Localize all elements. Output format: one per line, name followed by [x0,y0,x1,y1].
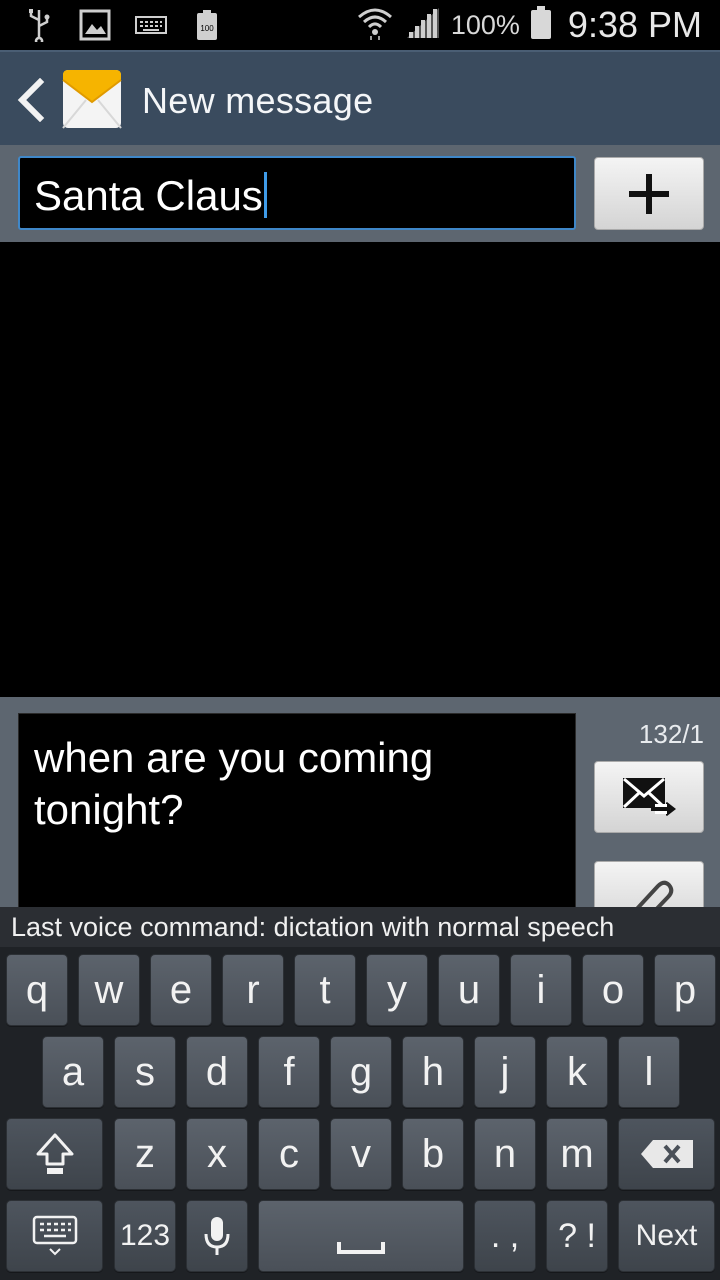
key-i[interactable]: i [510,954,572,1026]
key-d[interactable]: d [186,1036,248,1108]
key-l[interactable]: l [618,1036,680,1108]
key-e[interactable]: e [150,954,212,1026]
key-p[interactable]: p [654,954,716,1026]
key-r[interactable]: r [222,954,284,1026]
plus-icon [629,173,669,214]
send-icon [622,777,676,816]
battery-percent: 100% [450,9,520,40]
punctuation-key[interactable]: . , [474,1200,536,1272]
key-s[interactable]: s [114,1036,176,1108]
back-button[interactable] [14,77,54,123]
symbols-key[interactable]: ? ! [546,1200,608,1272]
key-b[interactable]: b [402,1118,464,1190]
messages-app-icon[interactable] [62,68,122,130]
add-recipient-button[interactable] [594,157,704,230]
svg-text:100: 100 [200,24,214,33]
battery-icon [530,5,552,45]
key-m[interactable]: m [546,1118,608,1190]
status-bar: 100 100% 9:38 PM [0,0,720,50]
key-v[interactable]: v [330,1118,392,1190]
action-bar: New message [0,50,720,145]
shift-icon [36,1133,73,1174]
microphone-icon [204,1217,230,1255]
voice-command-strip: Last voice command: dictation with norma… [0,907,720,947]
key-h[interactable]: h [402,1036,464,1108]
key-a[interactable]: a [42,1036,104,1108]
key-x[interactable]: x [186,1118,248,1190]
wifi-icon [355,5,395,46]
keyboard-icon [32,1215,77,1256]
key-u[interactable]: u [438,954,500,1026]
key-y[interactable]: y [366,954,428,1026]
chevron-left-icon [17,77,45,123]
character-counter: 132/1 [638,719,704,749]
compose-panel: when are you coming tonight? 132/1 [0,697,720,921]
keyboard-settings-key[interactable] [6,1200,103,1272]
key-t[interactable]: t [294,954,356,1026]
key-f[interactable]: f [258,1036,320,1108]
page-title: New message [142,80,374,121]
next-key[interactable]: Next [618,1200,715,1272]
shift-key[interactable] [6,1118,103,1190]
usb-icon [22,8,56,42]
message-text: when are you coming tonight? [34,734,434,833]
clock: 9:38 PM [567,4,702,45]
key-j[interactable]: j [474,1036,536,1108]
key-z[interactable]: z [114,1118,176,1190]
conversation-area [0,242,720,697]
image-icon [78,8,112,42]
key-n[interactable]: n [474,1118,536,1190]
recipient-value: Santa Claus [34,172,263,219]
space-icon [337,1242,385,1254]
key-w[interactable]: w [78,954,140,1026]
signal-icon [405,6,441,45]
recipient-row: Santa Claus [0,145,720,242]
message-input[interactable]: when are you coming tonight? [18,713,576,913]
keyboard: q w e r t y u i o p a s d f g h j k l z … [0,947,720,1280]
backspace-key[interactable] [618,1118,715,1190]
key-q[interactable]: q [6,954,68,1026]
voice-input-key[interactable] [186,1200,248,1272]
key-k[interactable]: k [546,1036,608,1108]
keyboard-icon [134,8,168,42]
key-g[interactable]: g [330,1036,392,1108]
voice-command-text: Last voice command: dictation with norma… [11,912,615,942]
text-caret [263,172,267,218]
backspace-icon [640,1140,693,1168]
space-key[interactable] [258,1200,464,1272]
key-o[interactable]: o [582,954,644,1026]
numbers-key[interactable]: 123 [114,1200,176,1272]
send-button[interactable] [594,761,704,833]
key-c[interactable]: c [258,1118,320,1190]
battery-100-icon: 100 [190,8,224,42]
recipient-input[interactable]: Santa Claus [18,156,576,230]
